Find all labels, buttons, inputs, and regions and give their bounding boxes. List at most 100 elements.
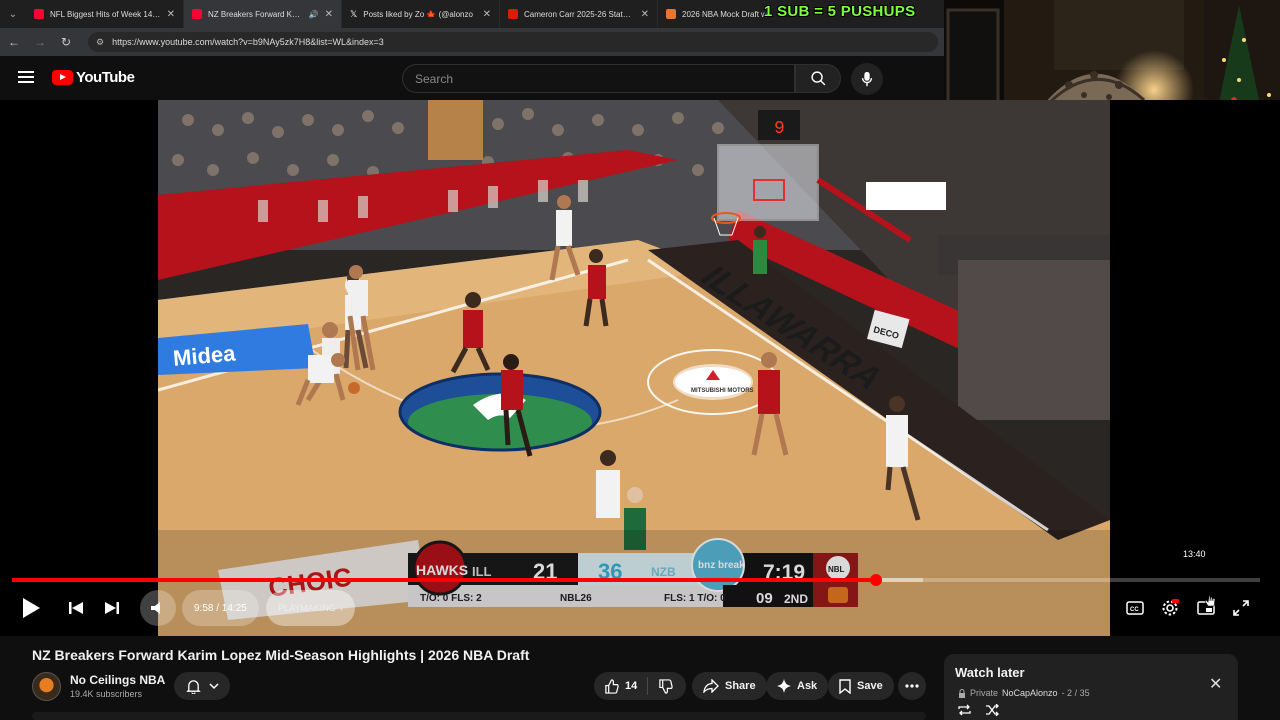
browser-tab[interactable]: NFL Biggest Hits of Week 14 - Y ✕ [26, 0, 184, 28]
tab-close-icon[interactable]: ✕ [641, 9, 649, 20]
court-sponsor-center: MITSUBISHI MOTORS [691, 388, 754, 394]
video-player[interactable]: Midea ILLAWARRA 9 DECO MITSUBISHI MOTORS [0, 100, 1280, 636]
watch-later-playlist-panel: Watch later Private NoCapAlonzo - 2 / 35… [944, 654, 1238, 720]
notification-bell-button[interactable] [174, 672, 230, 700]
browser-tab[interactable]: Cameron Carr 2025-26 Stats pe ✕ [500, 0, 658, 28]
tab-title: Posts liked by Zo 🍁 (@alonzo [363, 9, 473, 19]
mock-draft-favicon-icon [666, 9, 676, 19]
subscriber-count: 19.4K subscribers [70, 689, 143, 699]
x-favicon-icon: 𝕏 [350, 9, 358, 19]
video-frame: Midea ILLAWARRA 9 DECO MITSUBISHI MOTORS [158, 100, 1110, 636]
search-button[interactable] [795, 64, 841, 93]
more-actions-button[interactable] [898, 672, 926, 700]
youtube-header: YouTube [0, 56, 944, 100]
settings-button[interactable] [1159, 594, 1181, 622]
play-icon [23, 598, 40, 618]
sports-reference-favicon-icon [508, 9, 518, 19]
screen: ⌄ NFL Biggest Hits of Week 14 - Y ✕ NZ B… [0, 0, 1280, 720]
youtube-play-logo-icon [52, 70, 73, 85]
subtitles-button[interactable]: CC [1124, 594, 1146, 622]
volume-icon [151, 602, 160, 614]
tab-title: NFL Biggest Hits of Week 14 - Y [50, 9, 161, 19]
browser-tab-active[interactable]: NZ Breakers Forward Karim 🔊 ✕ [184, 0, 342, 28]
loop-icon[interactable] [957, 704, 972, 716]
like-dislike-bar: 14 [594, 672, 686, 700]
back-arrow-icon[interactable]: ← [6, 35, 22, 49]
sparkle-icon [777, 679, 791, 693]
site-settings-icon[interactable]: ⚙ [96, 37, 104, 48]
chevron-down-icon [208, 683, 219, 690]
audio-playing-icon[interactable]: 🔊 [309, 10, 319, 19]
like-button[interactable]: 14 [594, 672, 647, 700]
voice-search-button[interactable] [851, 63, 883, 95]
video-progress-bar[interactable] [12, 574, 1260, 586]
volume-button[interactable] [140, 590, 176, 626]
chapter-button[interactable]: PLAYMAKING › [266, 590, 355, 626]
channel-name[interactable]: No Ceilings NBA [70, 673, 165, 687]
ask-label: Ask [797, 680, 818, 692]
save-label: Save [857, 680, 883, 692]
closed-captions-icon: CC [1126, 601, 1144, 615]
youtube-wordmark: YouTube [76, 69, 135, 86]
subscribe-pushup-banner: 1 SUB = 5 PUSHUPS [764, 3, 916, 20]
chevron-right-icon: › [339, 603, 343, 613]
bell-icon [185, 679, 201, 694]
tab-close-icon[interactable]: ✕ [483, 9, 491, 20]
ask-button[interactable]: Ask [766, 672, 829, 700]
search-box [402, 64, 795, 93]
skip-previous-icon [69, 602, 83, 614]
reload-icon[interactable]: ↻ [58, 35, 74, 49]
next-button[interactable] [102, 594, 122, 622]
svg-text:CC: CC [1130, 607, 1139, 613]
hover-timestamp: 13:40 [1180, 548, 1209, 560]
playlist-meta: Private NoCapAlonzo - 2 / 35 [958, 688, 1090, 698]
url-text: https://www.youtube.com/watch?v=b9NAy5zk… [112, 37, 384, 47]
video-title: NZ Breakers Forward Karim Lopez Mid-Seas… [32, 647, 530, 663]
playlist-title[interactable]: Watch later [955, 665, 1025, 680]
tab-title: NZ Breakers Forward Karim [208, 9, 303, 19]
tab-close-icon[interactable]: ✕ [325, 9, 333, 20]
mouse-cursor-icon [1204, 592, 1216, 607]
browser-tab[interactable]: 𝕏 Posts liked by Zo 🍁 (@alonzo ✕ [342, 0, 500, 28]
more-horizontal-icon [905, 684, 919, 688]
gear-icon [1162, 599, 1179, 616]
share-button[interactable]: Share [692, 672, 767, 700]
tab-search-menu-icon[interactable]: ⌄ [0, 0, 26, 28]
previous-button[interactable] [66, 594, 86, 622]
browser-tab[interactable]: 2026 NBA Mock Draft w [658, 0, 778, 28]
save-button[interactable]: Save [828, 672, 894, 700]
youtube-logo[interactable]: YouTube [52, 69, 135, 86]
playlist-position: - 2 / 35 [1061, 688, 1090, 698]
chapter-title: PLAYMAKING [278, 603, 336, 613]
close-icon[interactable]: ✕ [1209, 674, 1222, 694]
like-count: 14 [625, 680, 638, 692]
fullscreen-icon [1233, 600, 1249, 616]
playlist-owner[interactable]: NoCapAlonzo [1002, 688, 1058, 698]
menu-icon[interactable] [18, 71, 34, 83]
fullscreen-button[interactable] [1230, 594, 1252, 622]
youtube-favicon-icon [192, 9, 202, 19]
thumbs-down-icon [659, 678, 673, 694]
browser-address-bar: ← → ↻ ⚙ https://www.youtube.com/watch?v=… [0, 28, 944, 56]
forward-arrow-icon[interactable]: → [32, 35, 48, 49]
player-controls: 9:58 / 14:25 PLAYMAKING › CC [0, 590, 1280, 626]
bookmark-icon [839, 678, 851, 694]
lock-icon [959, 688, 965, 698]
description-box-edge [32, 712, 926, 720]
shuffle-icon[interactable] [985, 704, 1000, 716]
tab-close-icon[interactable]: ✕ [167, 9, 175, 20]
playlist-privacy: Private [970, 688, 999, 698]
dislike-button[interactable] [648, 672, 683, 700]
url-field[interactable]: ⚙ https://www.youtube.com/watch?v=b9NAy5… [88, 32, 938, 52]
search-input[interactable] [415, 71, 794, 86]
play-button[interactable] [18, 594, 44, 622]
skip-next-icon [105, 602, 119, 614]
search-icon [810, 71, 825, 86]
progress-played [12, 578, 876, 582]
tab-title: Cameron Carr 2025-26 Stats pe [524, 9, 635, 19]
share-label: Share [725, 680, 756, 692]
microphone-icon [861, 71, 873, 87]
progress-scrubber-handle[interactable] [869, 574, 882, 586]
thumbs-up-icon [605, 678, 619, 694]
channel-avatar[interactable] [32, 672, 61, 701]
